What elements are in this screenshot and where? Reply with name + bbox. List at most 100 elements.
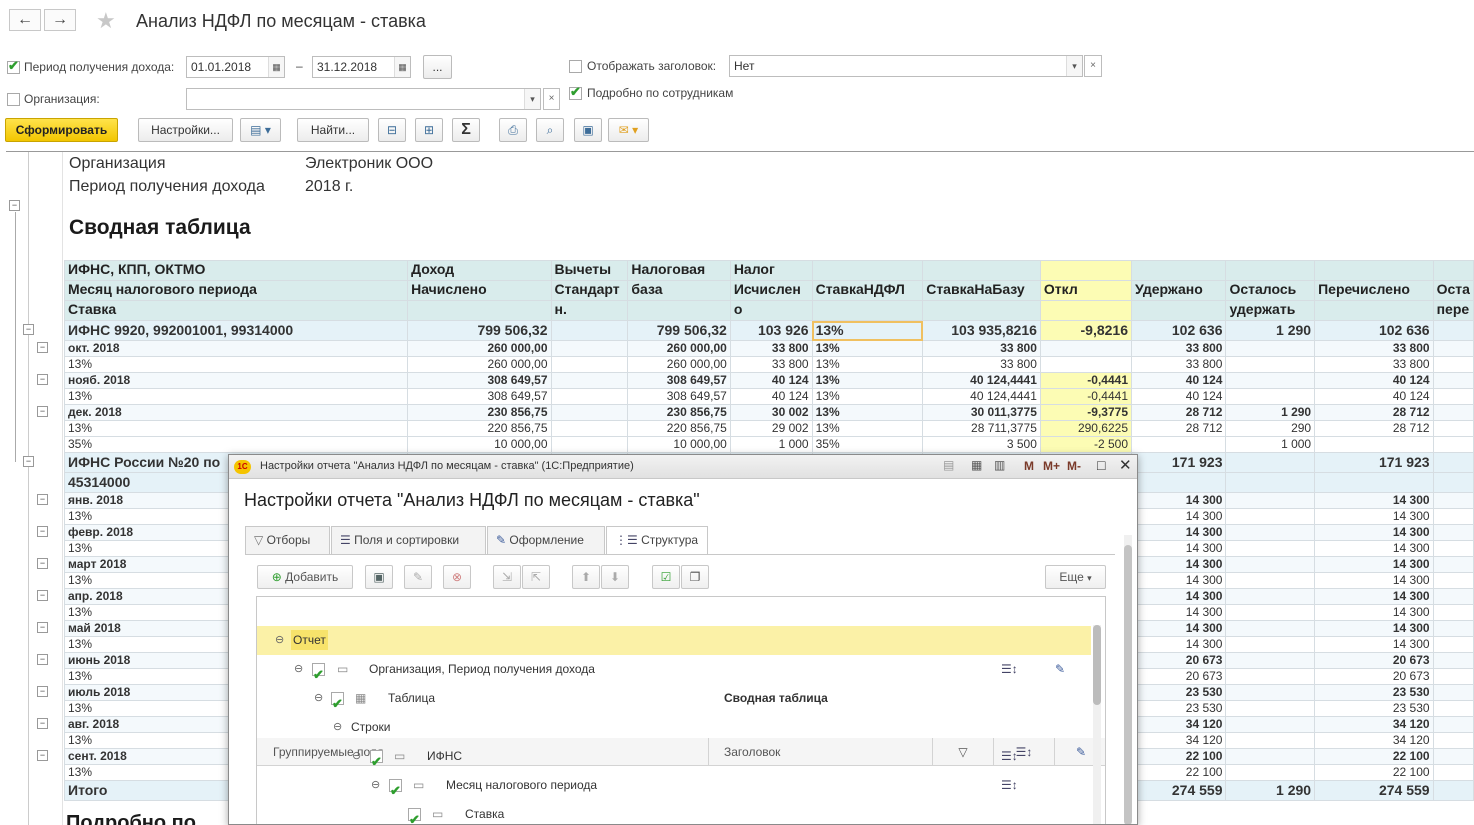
tree-row-month[interactable]: ⊖ ▭ Месяц налогового периода ☰↕ xyxy=(257,771,1091,805)
cell-transferred[interactable]: 14 300 xyxy=(1314,604,1434,621)
cell-calc[interactable]: 33 800 xyxy=(729,340,813,357)
cell-deviation[interactable]: -2 500 xyxy=(1039,436,1133,453)
cell-remaining[interactable] xyxy=(1225,340,1316,357)
tree-row-rate[interactable]: ▭ Ставка xyxy=(257,800,1091,824)
back-button[interactable]: ← xyxy=(9,9,41,31)
cell-remaining[interactable] xyxy=(1225,508,1316,525)
find-button[interactable]: Найти... xyxy=(297,118,369,142)
collapse-icon[interactable]: − xyxy=(37,406,48,417)
cell-remaining[interactable] xyxy=(1225,668,1316,685)
cell-withheld[interactable]: 40 124 xyxy=(1130,372,1227,389)
cell-calc[interactable]: 40 124 xyxy=(729,372,813,389)
cell-rest[interactable] xyxy=(1432,636,1474,653)
table-row[interactable]: дек. 2018 230 856,75 230 856,75 30 002 13% 30… xyxy=(63,404,1474,421)
cell-remaining[interactable] xyxy=(1225,572,1316,589)
cell-calc[interactable]: 103 926 xyxy=(729,320,813,341)
cell-rest[interactable] xyxy=(1432,588,1474,605)
cell-transferred[interactable]: 14 300 xyxy=(1314,636,1434,653)
cell-withheld[interactable]: 34 120 xyxy=(1130,716,1227,733)
tab-appearance[interactable]: ✎ Оформление xyxy=(487,526,605,554)
table-row[interactable]: 35% 10 000,00 10 000,00 1 000 35% 3 500 -2 500… xyxy=(63,436,1474,453)
cell-rate-on-base[interactable]: 103 935,8216 xyxy=(922,320,1041,341)
cell-transferred[interactable]: 20 673 xyxy=(1314,668,1434,685)
cell-withheld[interactable]: 14 300 xyxy=(1130,572,1227,589)
table-row[interactable]: 13% 260 000,00 260 000,00 33 800 13% 33 800 33… xyxy=(63,356,1474,373)
collapse-icon[interactable]: ⊖ xyxy=(275,626,284,655)
cell-remaining[interactable]: 1 290 xyxy=(1225,404,1316,421)
variants-button[interactable]: ▤ ▾ xyxy=(240,118,281,142)
cell-withheld[interactable]: 102 636 xyxy=(1130,320,1227,341)
check-all-button[interactable]: ☑ xyxy=(652,565,680,589)
clear-icon[interactable]: × xyxy=(1084,55,1102,77)
cell-withheld[interactable]: 14 300 xyxy=(1130,588,1227,605)
table-row[interactable]: нояб. 2018 308 649,57 308 649,57 40 124 13% 4… xyxy=(63,372,1474,389)
sort-icon[interactable]: ☰↕ xyxy=(1001,655,1018,684)
cell-withheld[interactable]: 40 124 xyxy=(1130,388,1227,405)
cell-deviation[interactable] xyxy=(1039,356,1133,373)
cell-calc[interactable]: 29 002 xyxy=(729,420,813,437)
cell-rate-on-base[interactable]: 3 500 xyxy=(922,436,1041,453)
cell-rest[interactable] xyxy=(1432,436,1474,453)
cell-transferred[interactable]: 14 300 xyxy=(1314,620,1434,637)
cell-deduction[interactable] xyxy=(550,420,629,437)
cell-remaining[interactable] xyxy=(1225,556,1316,573)
row-checkbox[interactable] xyxy=(389,776,402,805)
cell-deviation[interactable]: -0,4441 xyxy=(1039,372,1133,389)
cell-remaining[interactable]: 1 000 xyxy=(1225,436,1316,453)
cell-withheld[interactable]: 23 530 xyxy=(1130,700,1227,717)
period-checkbox[interactable] xyxy=(7,58,20,74)
show-header-select[interactable]: Нет ▾ xyxy=(729,55,1083,77)
collapse-icon[interactable]: ⊖ xyxy=(352,742,361,771)
cell-rest[interactable] xyxy=(1432,620,1474,637)
date-from-field[interactable]: 01.01.2018 ▦ xyxy=(186,56,285,78)
tree-row-org[interactable]: ⊖ ▭ Организация, Период получения дохода… xyxy=(257,655,1091,689)
cell-rest[interactable] xyxy=(1432,732,1474,749)
cell-rate-on-base[interactable]: 30 011,3775 xyxy=(922,404,1041,421)
cell-transferred[interactable]: 33 800 xyxy=(1314,356,1434,373)
cell-withheld[interactable]: 171 923 xyxy=(1130,452,1227,473)
cell-transferred[interactable]: 34 120 xyxy=(1314,732,1434,749)
cell-transferred[interactable]: 22 100 xyxy=(1314,748,1434,765)
cell-withheld[interactable]: 14 300 xyxy=(1130,524,1227,541)
cell-rest[interactable] xyxy=(1432,492,1474,509)
cell-remaining[interactable]: 290 xyxy=(1225,420,1316,437)
cell-income[interactable]: 308 649,57 xyxy=(407,372,552,389)
brush-icon[interactable]: ✎ xyxy=(1055,655,1065,684)
cell-rest[interactable] xyxy=(1432,388,1474,405)
cell-withheld[interactable]: 14 300 xyxy=(1130,540,1227,557)
cell-transferred[interactable]: 274 559 xyxy=(1314,780,1434,801)
move-up-button[interactable]: ⬆ xyxy=(572,565,600,589)
cell-transferred[interactable]: 40 124 xyxy=(1314,372,1434,389)
cell-transferred[interactable]: 34 120 xyxy=(1314,716,1434,733)
cell-transferred[interactable]: 14 300 xyxy=(1314,556,1434,573)
collapse-icon[interactable]: − xyxy=(37,494,48,505)
save-button[interactable]: ▣ xyxy=(574,118,602,142)
cell-income[interactable]: 10 000,00 xyxy=(407,436,552,453)
cell-withheld[interactable]: 22 100 xyxy=(1130,764,1227,781)
cell-rate[interactable]: 13% xyxy=(811,388,924,405)
cell-base[interactable]: 799 506,32 xyxy=(627,320,731,341)
cell-base[interactable]: 260 000,00 xyxy=(627,356,731,373)
collapse-icon[interactable]: − xyxy=(37,686,48,697)
cell-rate[interactable]: 13% xyxy=(811,404,924,421)
cell-remaining[interactable] xyxy=(1225,356,1316,373)
cell-remaining[interactable] xyxy=(1225,684,1316,701)
cell-label[interactable]: ИФНС 9920, 992001001, 99314000 xyxy=(63,320,409,341)
cell-remaining[interactable]: 1 290 xyxy=(1225,780,1316,801)
tree-row-table[interactable]: ⊖ ▦ Таблица Сводная таблица xyxy=(257,684,1091,718)
cell-base[interactable]: 230 856,75 xyxy=(627,404,731,421)
cell-remaining[interactable] xyxy=(1225,372,1316,389)
delete-button[interactable]: ⊗ xyxy=(443,565,471,589)
cell-rest[interactable] xyxy=(1432,604,1474,621)
cell-withheld[interactable]: 23 530 xyxy=(1130,684,1227,701)
tab-structure[interactable]: ⋮☰ Структура xyxy=(606,526,708,555)
cell-rate-on-base[interactable]: 40 124,4441 xyxy=(922,388,1041,405)
structure-tree[interactable]: Группируемые поля Заголовок ▽ ☰↕ ✎ ⊖ Отч… xyxy=(256,596,1106,824)
row-checkbox[interactable] xyxy=(331,689,344,718)
calendar-icon[interactable]: ▦ xyxy=(971,458,982,472)
cell-deviation[interactable]: 290,6225 xyxy=(1039,420,1133,437)
cell-rest[interactable] xyxy=(1432,700,1474,717)
cell-transferred[interactable]: 33 800 xyxy=(1314,340,1434,357)
row-checkbox[interactable] xyxy=(408,805,421,824)
cell-deduction[interactable] xyxy=(550,372,629,389)
